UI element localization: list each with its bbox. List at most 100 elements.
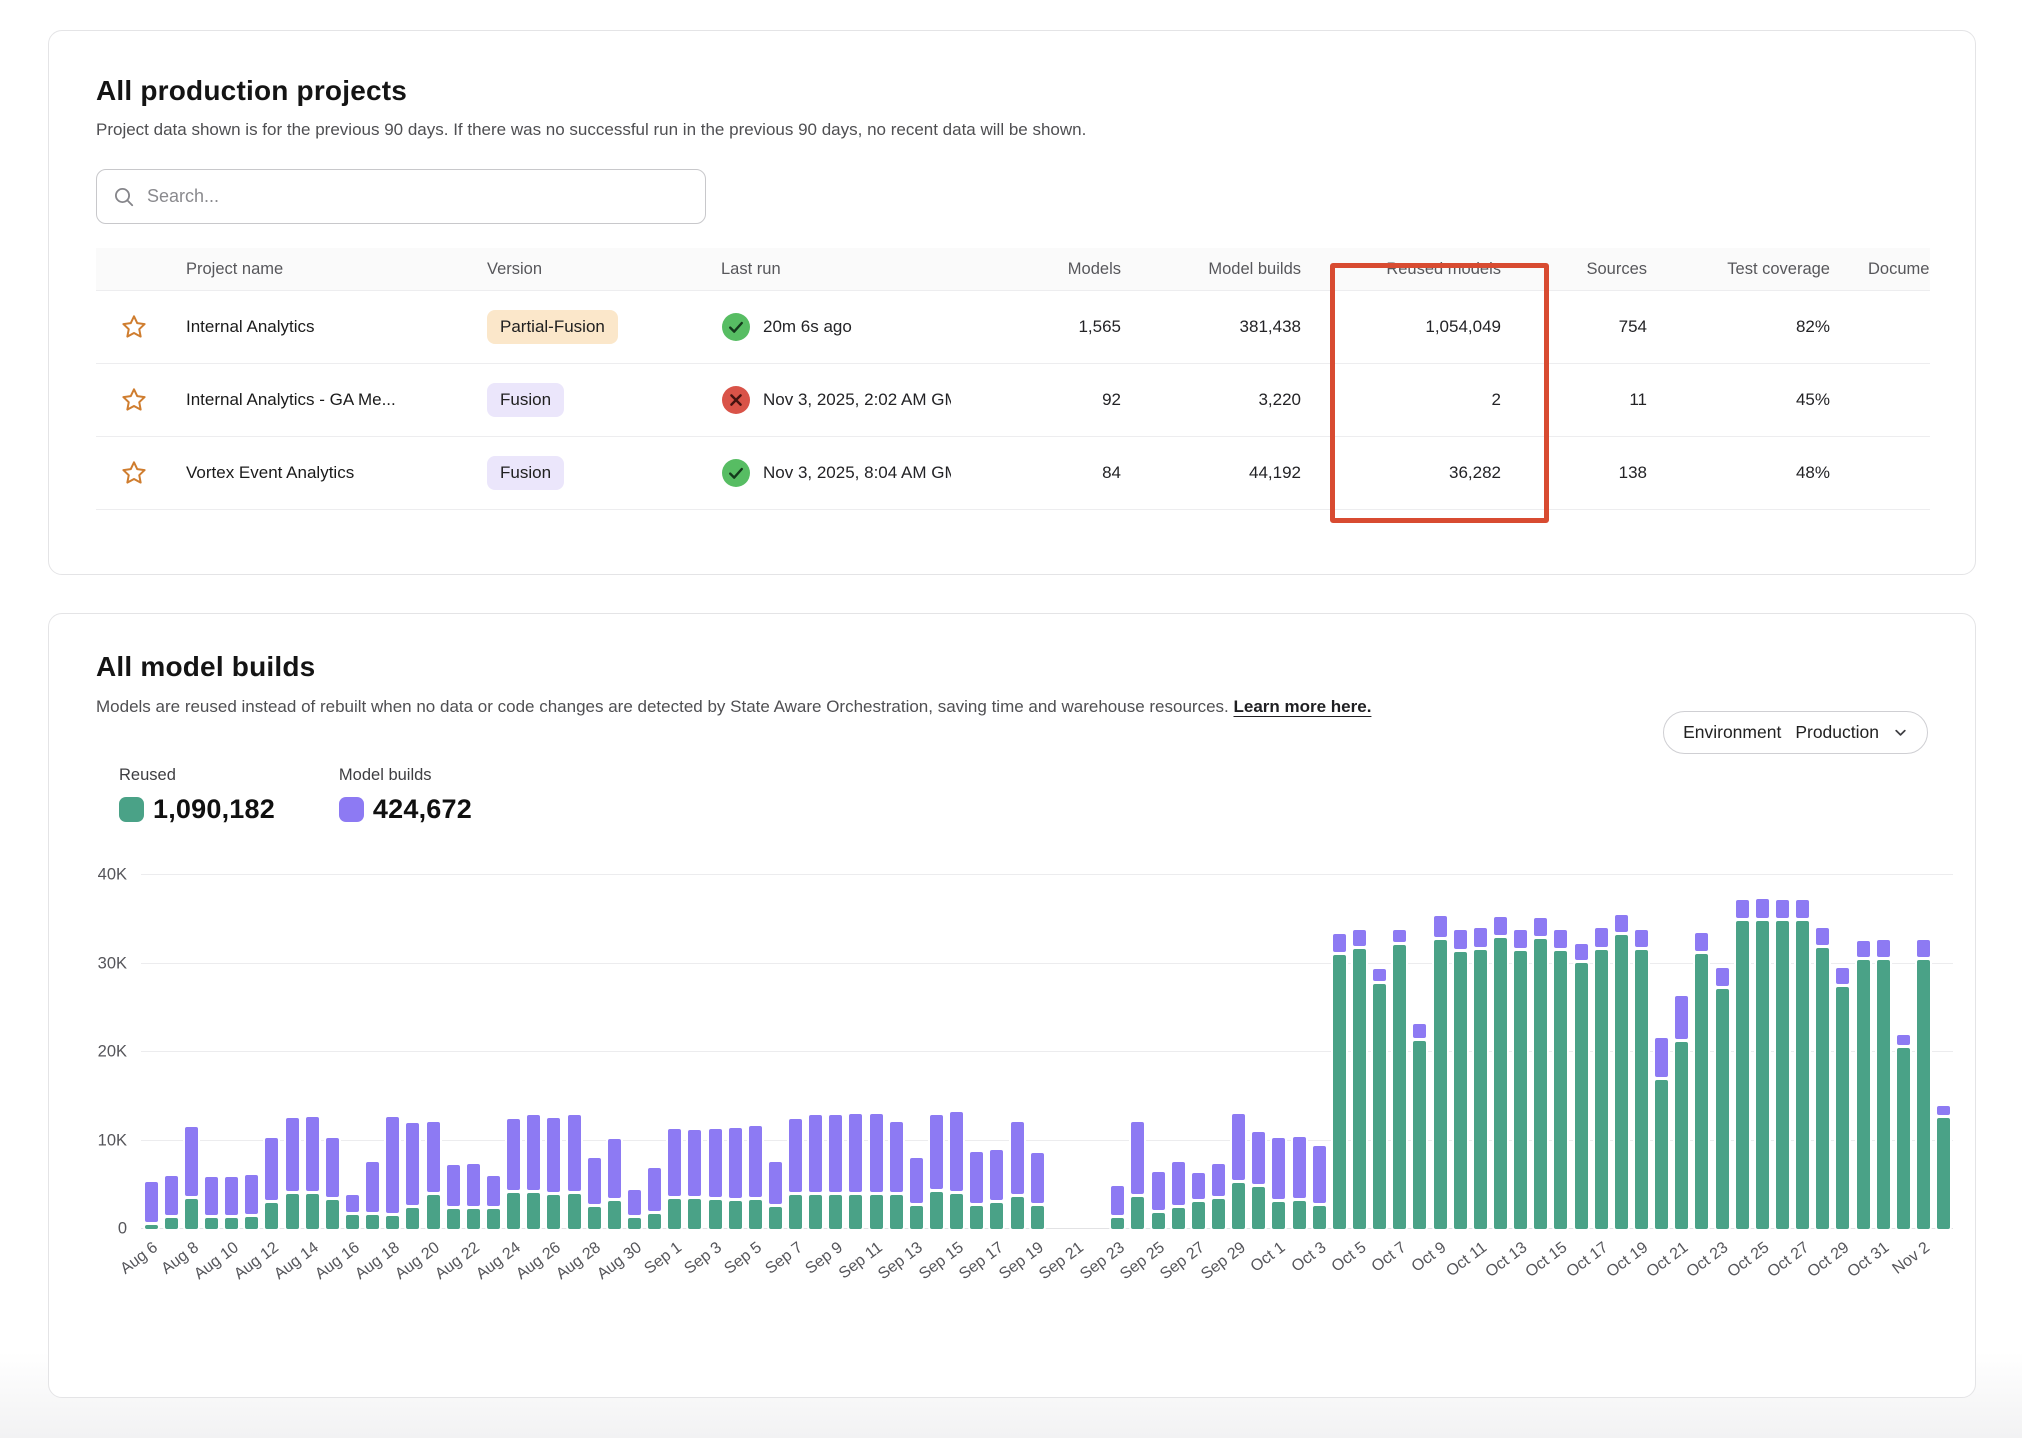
table-row[interactable]: Vortex Event Analytics Fusion Nov 3, 202… (96, 436, 1930, 509)
bar-sep-30[interactable] (1249, 853, 1269, 1229)
bar-aug-6[interactable] (141, 853, 161, 1229)
bar-aug-16[interactable] (342, 853, 362, 1229)
bar-sep-26[interactable] (1168, 853, 1188, 1229)
bar-sep-4[interactable] (725, 853, 745, 1229)
search-input[interactable] (147, 186, 689, 207)
bar-aug-22[interactable] (463, 853, 483, 1229)
bar-aug-31[interactable] (645, 853, 665, 1229)
bar-sep-10[interactable] (846, 853, 866, 1229)
bar-oct-19[interactable] (1631, 853, 1651, 1229)
bar-sep-25[interactable] (1148, 853, 1168, 1229)
bar-aug-23[interactable] (483, 853, 503, 1229)
column-header-documentation-coverage[interactable]: Documentation coverage (1842, 260, 1929, 279)
bar-oct-27[interactable] (1793, 853, 1813, 1229)
bar-sep-2[interactable] (685, 853, 705, 1229)
bar-nov-3[interactable] (1934, 853, 1954, 1229)
bar-aug-21[interactable] (443, 853, 463, 1229)
environment-dropdown[interactable]: Environment Production (1663, 711, 1928, 754)
bar-sep-15[interactable] (947, 853, 967, 1229)
bar-aug-25[interactable] (524, 853, 544, 1229)
column-header-reused-models[interactable]: Reused models (1301, 260, 1526, 279)
bar-oct-23[interactable] (1712, 853, 1732, 1229)
column-header-models[interactable]: Models (951, 260, 1121, 279)
bar-sep-8[interactable] (806, 853, 826, 1229)
bar-aug-30[interactable] (624, 853, 644, 1229)
bar-sep-9[interactable] (826, 853, 846, 1229)
bar-aug-9[interactable] (201, 853, 221, 1229)
bar-oct-4[interactable] (1329, 853, 1349, 1229)
bar-oct-30[interactable] (1853, 853, 1873, 1229)
bar-oct-24[interactable] (1732, 853, 1752, 1229)
bar-aug-8[interactable] (181, 853, 201, 1229)
bar-oct-15[interactable] (1551, 853, 1571, 1229)
bar-oct-2[interactable] (1289, 853, 1309, 1229)
bar-oct-18[interactable] (1611, 853, 1631, 1229)
bar-sep-1[interactable] (665, 853, 685, 1229)
bar-oct-8[interactable] (1410, 853, 1430, 1229)
project-search[interactable] (96, 169, 706, 224)
bar-sep-6[interactable] (765, 853, 785, 1229)
bar-oct-31[interactable] (1873, 853, 1893, 1229)
bar-sep-21[interactable] (1067, 853, 1087, 1229)
bar-oct-13[interactable] (1511, 853, 1531, 1229)
bar-aug-7[interactable] (161, 853, 181, 1229)
bar-sep-24[interactable] (1128, 853, 1148, 1229)
table-row[interactable]: Internal Analytics - GA Me... Fusion Nov… (96, 363, 1930, 436)
bar-sep-19[interactable] (1027, 853, 1047, 1229)
bar-aug-15[interactable] (322, 853, 342, 1229)
bar-sep-3[interactable] (705, 853, 725, 1229)
bar-aug-24[interactable] (504, 853, 524, 1229)
bar-oct-9[interactable] (1430, 853, 1450, 1229)
bar-sep-27[interactable] (1188, 853, 1208, 1229)
bar-sep-12[interactable] (886, 853, 906, 1229)
bar-oct-1[interactable] (1269, 853, 1289, 1229)
bar-aug-29[interactable] (604, 853, 624, 1229)
bar-sep-18[interactable] (1007, 853, 1027, 1229)
column-header-sources[interactable]: Sources (1526, 260, 1652, 279)
bar-aug-12[interactable] (262, 853, 282, 1229)
bar-oct-26[interactable] (1772, 853, 1792, 1229)
favorite-star-icon[interactable] (96, 313, 171, 341)
bar-aug-27[interactable] (564, 853, 584, 1229)
bar-oct-16[interactable] (1571, 853, 1591, 1229)
column-header-model-builds[interactable]: Model builds (1121, 260, 1301, 279)
bar-sep-22[interactable] (1088, 853, 1108, 1229)
bar-sep-14[interactable] (926, 853, 946, 1229)
bar-sep-13[interactable] (906, 853, 926, 1229)
favorite-star-icon[interactable] (96, 386, 171, 414)
bar-sep-7[interactable] (786, 853, 806, 1229)
bar-oct-12[interactable] (1490, 853, 1510, 1229)
bar-oct-21[interactable] (1672, 853, 1692, 1229)
bar-aug-14[interactable] (302, 853, 322, 1229)
bar-aug-11[interactable] (242, 853, 262, 1229)
favorite-star-icon[interactable] (96, 459, 171, 487)
column-header-last-run[interactable]: Last run (701, 260, 951, 279)
bar-nov-1[interactable] (1893, 853, 1913, 1229)
learn-more-link[interactable]: Learn more here. (1233, 697, 1371, 716)
bar-nov-2[interactable] (1913, 853, 1933, 1229)
bar-aug-19[interactable] (403, 853, 423, 1229)
bar-aug-26[interactable] (544, 853, 564, 1229)
project-name-link[interactable]: Internal Analytics (186, 317, 315, 336)
bar-sep-5[interactable] (745, 853, 765, 1229)
bar-oct-25[interactable] (1752, 853, 1772, 1229)
bar-sep-23[interactable] (1108, 853, 1128, 1229)
bar-aug-28[interactable] (584, 853, 604, 1229)
bar-oct-17[interactable] (1591, 853, 1611, 1229)
column-header-test-coverage[interactable]: Test coverage (1652, 260, 1842, 279)
bar-sep-16[interactable] (967, 853, 987, 1229)
bar-oct-20[interactable] (1652, 853, 1672, 1229)
bar-oct-28[interactable] (1813, 853, 1833, 1229)
bar-oct-14[interactable] (1531, 853, 1551, 1229)
bar-oct-22[interactable] (1692, 853, 1712, 1229)
bar-oct-10[interactable] (1450, 853, 1470, 1229)
bar-aug-17[interactable] (363, 853, 383, 1229)
bar-aug-20[interactable] (423, 853, 443, 1229)
bar-aug-10[interactable] (222, 853, 242, 1229)
bar-oct-5[interactable] (1349, 853, 1369, 1229)
project-name-link[interactable]: Internal Analytics - GA Me... (186, 390, 396, 409)
table-row[interactable]: Internal Analytics Partial-Fusion 20m 6s… (96, 290, 1930, 363)
bar-sep-17[interactable] (987, 853, 1007, 1229)
bar-oct-11[interactable] (1470, 853, 1490, 1229)
bar-sep-20[interactable] (1047, 853, 1067, 1229)
